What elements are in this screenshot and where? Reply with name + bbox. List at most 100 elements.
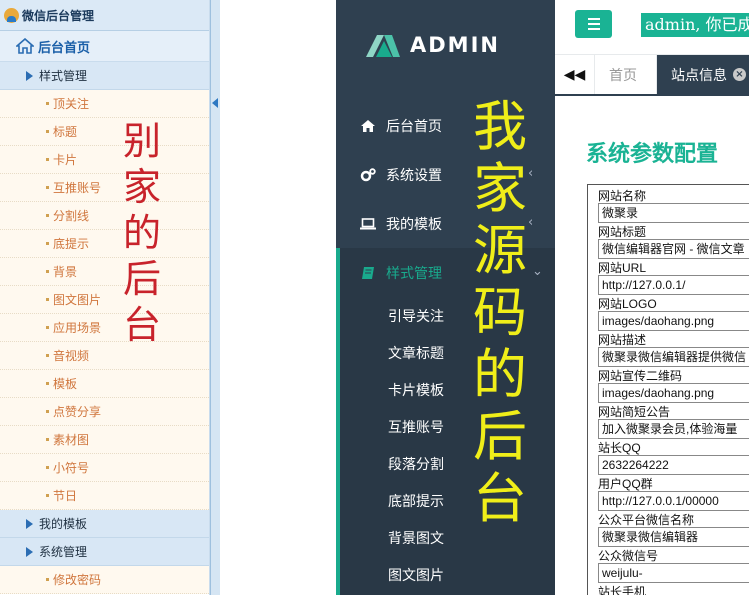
collapse-arrow-icon[interactable] [212, 98, 218, 108]
form-row: 网站描述 微聚录微信编辑器提供微信 [598, 333, 749, 369]
expand-triangle-icon [26, 518, 33, 529]
collapse-bar[interactable] [210, 0, 220, 595]
laptop-icon [360, 217, 376, 230]
bullet-icon [46, 270, 49, 273]
left-home-link[interactable]: 后台首页 [0, 31, 209, 62]
left-item[interactable]: 小符号 [0, 454, 209, 482]
left-item[interactable]: 顶关注 [0, 90, 209, 118]
field-input[interactable]: images/daohang.png [598, 383, 749, 403]
bullet-icon [46, 382, 49, 385]
field-input[interactable]: 微信编辑器官网 - 微信文章 [598, 239, 749, 259]
form-row: 网站名称 微聚录 [598, 189, 749, 225]
field-label: 网站LOGO [598, 297, 657, 311]
submenu-item[interactable]: 卡片模板 [388, 371, 444, 408]
left-item[interactable]: 应用场景 [0, 314, 209, 342]
field-input[interactable]: 加入微聚录会员,体验海量 [598, 419, 749, 439]
field-label: 网站描述 [598, 333, 647, 347]
left-item[interactable]: 互推账号 [0, 174, 209, 202]
form-row: 公众平台微信名称 微聚录微信编辑器 [598, 513, 749, 549]
left-item[interactable]: 模板 [0, 370, 209, 398]
logo-icon [366, 35, 400, 57]
settings-form: 网站名称 微聚录 网站标题 微信编辑器官网 - 微信文章 网站URL http://1… [587, 184, 749, 595]
left-item[interactable]: 修改密码 [0, 566, 209, 594]
left-group-system[interactable]: 系统管理 [0, 538, 209, 566]
form-row: 公众微信号 weijulu- [598, 549, 749, 585]
expand-triangle-icon [26, 70, 33, 81]
page-title: 系统参数配置 [586, 142, 719, 167]
tab-home[interactable]: 首页 [595, 55, 657, 94]
main-content: 系统参数配置 网站名称 微聚录 网站标题 微信编辑器官网 - 微信文章 网站URL h… [555, 96, 749, 595]
left-item[interactable]: 标题 [0, 118, 209, 146]
close-icon[interactable]: × [733, 68, 746, 81]
submenu-item[interactable]: 文章标题 [388, 334, 444, 371]
bullet-icon [46, 354, 49, 357]
form-row: 网站宣传二维码 images/daohang.png [598, 369, 749, 405]
left-item[interactable]: 分割线 [0, 202, 209, 230]
submenu-item[interactable]: 底部提示 [388, 482, 444, 519]
hamburger-line [587, 23, 600, 25]
field-input[interactable]: 微聚录 [598, 203, 749, 223]
my-admin-app: ADMIN 后台首页 系统设置 ‹ 我的模板 ‹ 样式管理 ⌄ 引导关注 文章标… [336, 0, 749, 595]
tab-site-info[interactable]: 站点信息 × [657, 55, 749, 94]
brand-logo[interactable]: ADMIN [336, 0, 555, 90]
hamburger-line [587, 18, 600, 20]
field-input[interactable]: 微聚录微信编辑器提供微信 [598, 347, 749, 367]
bullet-icon [46, 130, 49, 133]
user-icon [4, 7, 19, 23]
left-item[interactable]: 点赞分享 [0, 398, 209, 426]
field-label: 公众平台微信名称 [598, 513, 695, 527]
left-item[interactable]: 图文图片 [0, 286, 209, 314]
submenu-item[interactable]: 段落分割 [388, 445, 444, 482]
field-input[interactable]: http://127.0.0.1/ [598, 275, 749, 295]
sidebar: ADMIN 后台首页 系统设置 ‹ 我的模板 ‹ 样式管理 ⌄ 引导关注 文章标… [336, 0, 555, 595]
form-row: 网站简短公告 加入微聚录会员,体验海量 [598, 405, 749, 441]
menu-toggle-button[interactable] [575, 10, 612, 38]
field-label: 用户QQ群 [598, 477, 653, 491]
bullet-icon [46, 466, 49, 469]
field-input[interactable]: weijulu- [598, 563, 749, 583]
bullet-icon [46, 298, 49, 301]
field-label: 网站标题 [598, 225, 647, 239]
right-overlay-caption: 我家源码的后台 [473, 95, 527, 530]
gears-icon [360, 167, 376, 182]
field-input[interactable]: 微聚录微信编辑器 [598, 527, 749, 547]
form-row: 网站LOGO images/daohang.png [598, 297, 749, 333]
bullet-icon [46, 214, 49, 217]
left-group-style[interactable]: 样式管理 [0, 62, 209, 90]
field-input[interactable]: 2632264222 [598, 455, 749, 475]
left-group-templates[interactable]: 我的模板 [0, 510, 209, 538]
field-input[interactable]: images/daohang.png [598, 311, 749, 331]
bullet-icon [46, 438, 49, 441]
left-item[interactable]: 素材图 [0, 426, 209, 454]
field-input[interactable]: http://127.0.0.1/00000 [598, 491, 749, 511]
home-icon [360, 119, 376, 132]
tab-scroll-left-button[interactable]: ◀◀ [555, 55, 595, 94]
chevron-down-icon: ⌄ [532, 264, 543, 279]
field-label: 网站URL [598, 261, 647, 275]
submenu-item[interactable]: 图文图片 [388, 556, 444, 593]
tab-bar: ◀◀ 首页 站点信息 × [555, 55, 749, 96]
bullet-icon [46, 102, 49, 105]
field-label: 网站简短公告 [598, 405, 671, 419]
form-row: 网站URL http://127.0.0.1/ [598, 261, 749, 297]
bullet-icon [46, 326, 49, 329]
form-row: 用户QQ群 http://127.0.0.1/00000 [598, 477, 749, 513]
left-panel-title: 微信后台管理 [22, 8, 95, 23]
left-item[interactable]: 背景 [0, 258, 209, 286]
submenu-item[interactable]: 引导关注 [388, 297, 444, 334]
field-label: 站长QQ [598, 441, 641, 455]
field-label: 公众微信号 [598, 549, 659, 563]
field-label: 网站名称 [598, 189, 647, 203]
left-item[interactable]: 音视频 [0, 342, 209, 370]
bullet-icon [46, 578, 49, 581]
bullet-icon [46, 158, 49, 161]
left-panel-header: 微信后台管理 [0, 0, 209, 31]
left-item[interactable]: 底提示 [0, 230, 209, 258]
submenu-item[interactable]: 背景图文 [388, 519, 444, 556]
left-item[interactable]: 卡片 [0, 146, 209, 174]
field-label: 站长手机 [598, 585, 647, 595]
brand-text: ADMIN [410, 33, 500, 57]
left-item[interactable]: 节日 [0, 482, 209, 510]
submenu-item[interactable]: 互推账号 [388, 408, 444, 445]
book-icon [360, 266, 376, 280]
